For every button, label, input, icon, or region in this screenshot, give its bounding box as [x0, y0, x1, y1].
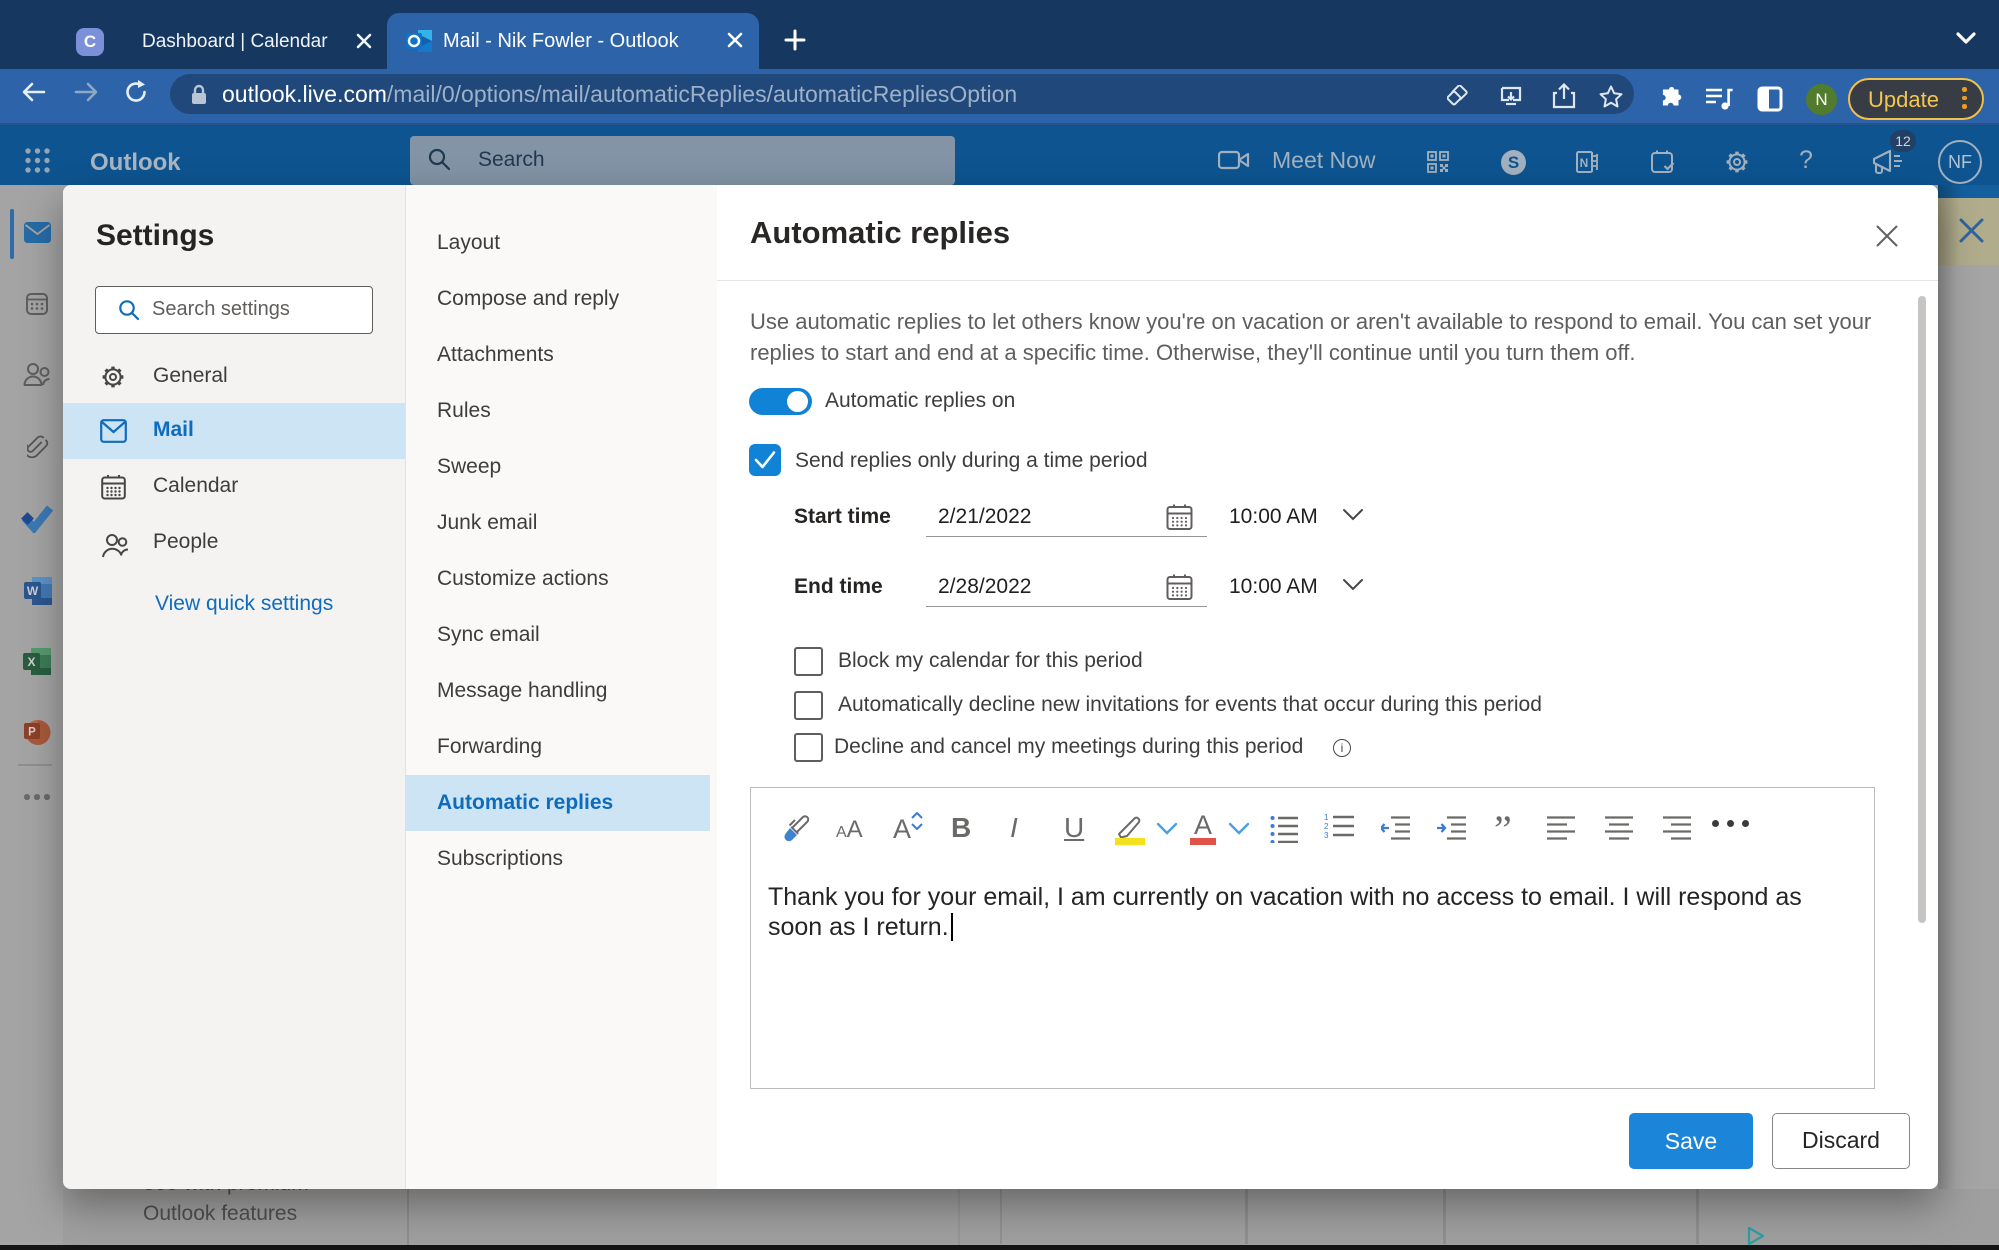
svg-text:N: N [1580, 156, 1589, 170]
svg-text:3: 3 [1324, 831, 1329, 840]
svg-text:X: X [27, 655, 35, 669]
svg-text:1: 1 [1324, 813, 1329, 822]
svg-text:W: W [27, 584, 39, 598]
svg-text:P: P [28, 727, 36, 739]
svg-text:2: 2 [1324, 822, 1329, 831]
